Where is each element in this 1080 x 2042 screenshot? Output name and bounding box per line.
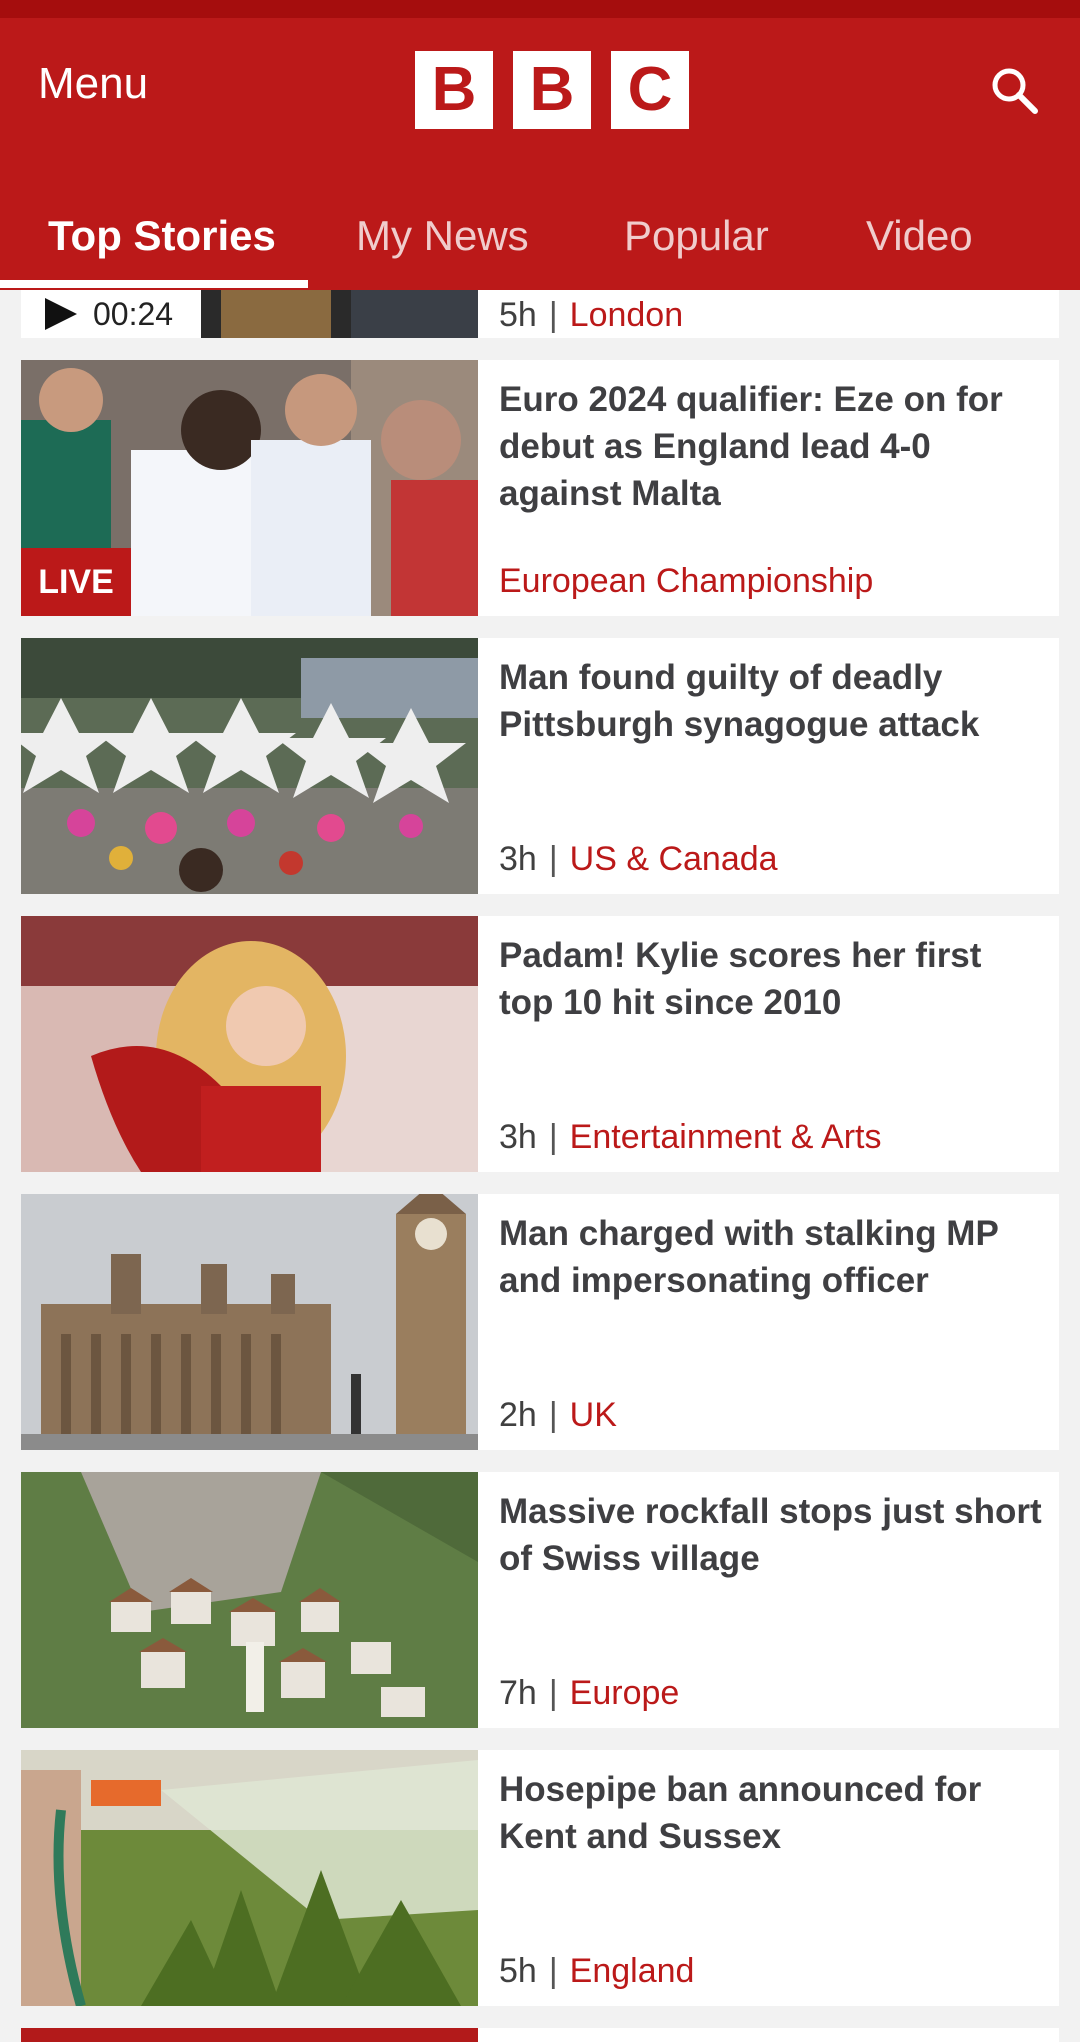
search-icon bbox=[992, 68, 1038, 114]
story-headline[interactable]: Padam! Kylie scores her first top 10 hit… bbox=[499, 932, 1044, 1026]
section-tabs: Top Stories My News Popular Video bbox=[0, 188, 1080, 290]
tab-my-news[interactable]: My News bbox=[356, 210, 529, 262]
story-meta: 2h | UK bbox=[499, 1394, 617, 1436]
story-thumbnail bbox=[21, 1472, 478, 1728]
active-tab-indicator bbox=[0, 280, 308, 288]
story-time: 2h bbox=[499, 1396, 537, 1434]
story-thumbnail bbox=[21, 638, 478, 894]
story-tag[interactable]: Entertainment & Arts bbox=[570, 1118, 882, 1156]
story-headline[interactable]: Euro 2024 qualifier: Eze on for debut as… bbox=[499, 376, 1044, 517]
story-tag[interactable]: Europe bbox=[570, 1674, 680, 1712]
story-headline[interactable]: Massive rockfall stops just short of Swi… bbox=[499, 1488, 1044, 1582]
story-time: 5h bbox=[499, 1952, 537, 1990]
logo-letter-b2: B bbox=[513, 51, 591, 129]
story-meta: 3h | Entertainment & Arts bbox=[499, 1116, 881, 1158]
story-thumbnail bbox=[21, 1750, 478, 2006]
logo-letter-c: C bbox=[611, 51, 689, 129]
story-time: 3h bbox=[499, 1118, 537, 1156]
app-header: Menu B B C Top Stories My News Popular V… bbox=[0, 18, 1080, 290]
meta-separator: | bbox=[548, 1674, 558, 1712]
story-card[interactable]: Padam! Kylie scores her first top 10 hit… bbox=[21, 916, 1059, 1172]
story-meta: 5h | London bbox=[499, 294, 683, 336]
story-thumbnail bbox=[21, 2028, 478, 2042]
tab-popular[interactable]: Popular bbox=[624, 210, 769, 262]
meta-separator: | bbox=[548, 1118, 558, 1156]
meta-separator: | bbox=[548, 1396, 558, 1434]
tab-video[interactable]: Video bbox=[866, 210, 973, 262]
meta-separator: | bbox=[548, 840, 558, 878]
story-card[interactable]: Man found guilty of deadly Pittsburgh sy… bbox=[21, 638, 1059, 894]
story-headline[interactable]: Hosepipe ban announced for Kent and Suss… bbox=[499, 1766, 1044, 1860]
logo-letter-b1: B bbox=[415, 51, 493, 129]
story-card-partial-bottom[interactable] bbox=[21, 2028, 1059, 2042]
search-button[interactable] bbox=[990, 66, 1040, 116]
meta-separator: | bbox=[548, 1952, 558, 1990]
video-duration-pill: 00:24 bbox=[21, 290, 201, 338]
story-time: 3h bbox=[499, 840, 537, 878]
story-card-partial[interactable]: 00:24 5h | London bbox=[21, 290, 1059, 338]
story-thumbnail: LIVE bbox=[21, 360, 478, 616]
play-icon bbox=[45, 298, 77, 330]
story-time: 7h bbox=[499, 1674, 537, 1712]
story-meta: 3h | US & Canada bbox=[499, 838, 778, 880]
story-headline[interactable]: Man found guilty of deadly Pittsburgh sy… bbox=[499, 654, 1044, 748]
story-card[interactable]: Hosepipe ban announced for Kent and Suss… bbox=[21, 1750, 1059, 2006]
story-meta: European Championship bbox=[499, 560, 873, 602]
story-card[interactable]: Massive rockfall stops just short of Swi… bbox=[21, 1472, 1059, 1728]
story-thumbnail bbox=[21, 916, 478, 1172]
story-meta: 7h | Europe bbox=[499, 1672, 679, 1714]
story-tag[interactable]: European Championship bbox=[499, 562, 873, 600]
story-headline[interactable]: Man charged with stalking MP and imperso… bbox=[499, 1210, 1044, 1304]
story-tag[interactable]: US & Canada bbox=[570, 840, 778, 878]
meta-separator: | bbox=[548, 296, 558, 334]
story-thumbnail: 00:24 bbox=[21, 290, 478, 338]
status-bar bbox=[0, 0, 1080, 18]
story-tag[interactable]: England bbox=[570, 1952, 695, 1990]
bbc-logo[interactable]: B B C bbox=[415, 51, 689, 129]
story-time: 5h bbox=[499, 296, 537, 334]
story-card[interactable]: LIVE Euro 2024 qualifier: Eze on for deb… bbox=[21, 360, 1059, 616]
story-tag[interactable]: London bbox=[570, 296, 683, 334]
live-badge: LIVE bbox=[21, 548, 131, 616]
tab-top-stories[interactable]: Top Stories bbox=[48, 210, 276, 262]
story-meta: 5h | England bbox=[499, 1950, 694, 1992]
story-card[interactable]: Man charged with stalking MP and imperso… bbox=[21, 1194, 1059, 1450]
story-thumbnail bbox=[21, 1194, 478, 1450]
menu-button[interactable]: Menu bbox=[38, 58, 148, 110]
video-duration: 00:24 bbox=[93, 295, 174, 332]
story-tag[interactable]: UK bbox=[570, 1396, 617, 1434]
